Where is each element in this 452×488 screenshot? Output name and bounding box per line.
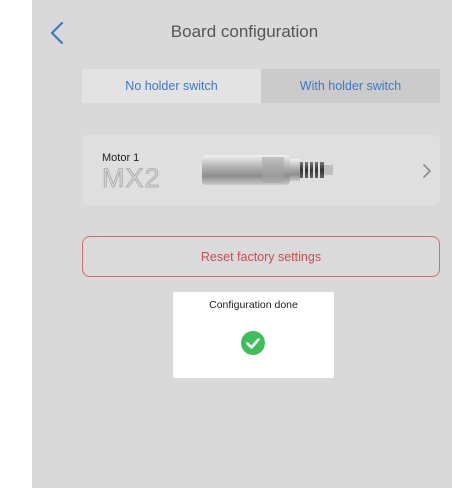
motor-image — [202, 155, 333, 185]
chevron-right-icon — [423, 164, 431, 178]
with-holder-switch-tab[interactable]: With holder switch — [261, 69, 440, 103]
app-screen: Board configuration No holder switch Wit… — [32, 0, 452, 488]
check-circle-icon — [241, 331, 265, 355]
dialog-message: Configuration done — [209, 299, 298, 311]
reset-factory-settings-button[interactable]: Reset factory settings — [82, 236, 440, 277]
page-title: Board configuration — [170, 22, 319, 41]
confirmation-dialog: Configuration done — [173, 292, 334, 378]
motor-model-logo: MX2 — [102, 163, 161, 194]
motor-card[interactable]: Motor 1 MX2 — [82, 135, 440, 205]
nav-bar: Board configuration — [32, 0, 452, 66]
no-holder-switch-tab[interactable]: No holder switch — [82, 69, 261, 103]
holder-switch-segmented-control: No holder switch With holder switch — [82, 69, 440, 103]
